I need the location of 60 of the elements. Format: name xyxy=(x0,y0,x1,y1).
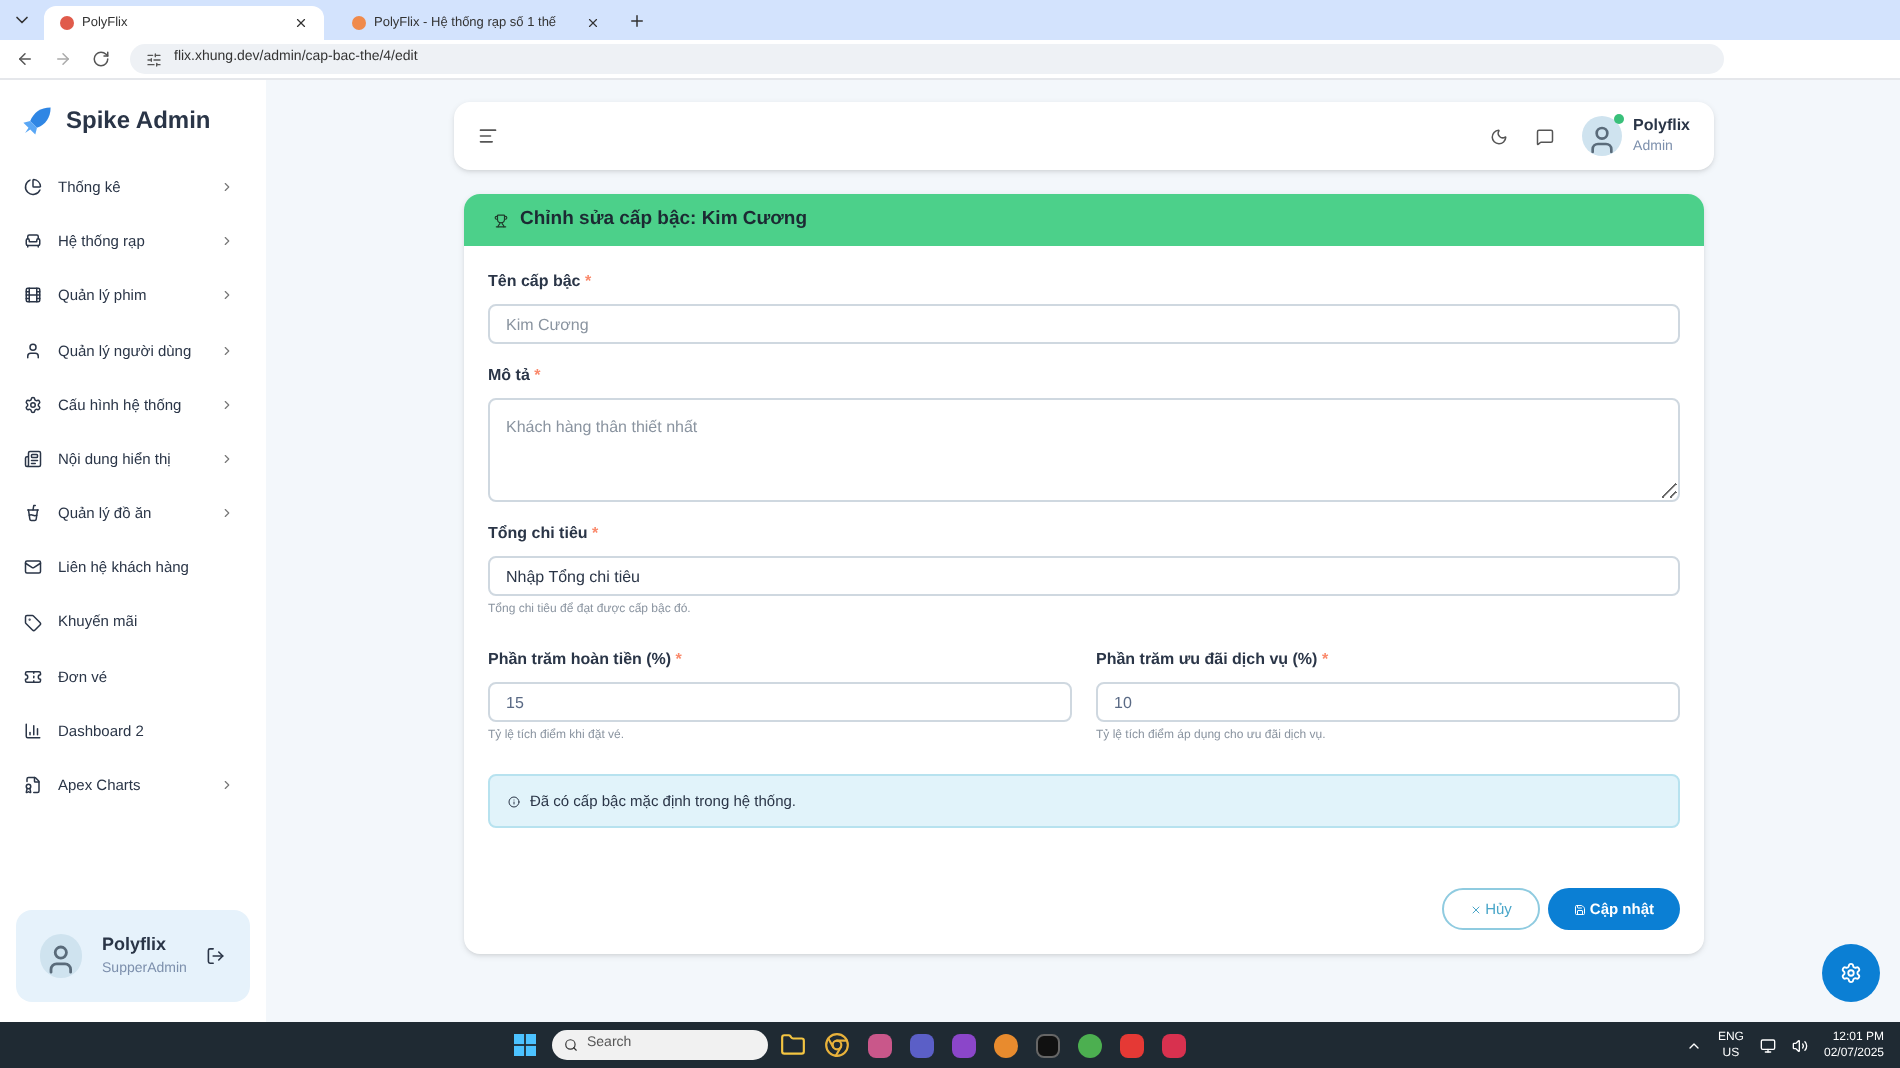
browser-icon[interactable] xyxy=(824,1032,851,1058)
trophy-icon xyxy=(494,213,508,227)
rocket-logo-icon xyxy=(20,103,54,137)
avatar xyxy=(40,934,83,978)
app-icon[interactable] xyxy=(1120,1033,1145,1057)
windows-start-icon[interactable] xyxy=(514,1034,537,1056)
avatar xyxy=(1581,116,1622,156)
app-icon[interactable] xyxy=(910,1033,935,1057)
bar-chart-icon xyxy=(24,721,42,740)
mail-icon xyxy=(24,558,42,577)
app-icon[interactable] xyxy=(994,1033,1019,1057)
new-tab-icon[interactable] xyxy=(628,11,646,29)
search-icon xyxy=(564,1038,579,1052)
save-icon xyxy=(1573,903,1586,915)
close-icon xyxy=(1469,903,1482,915)
newspaper-icon xyxy=(24,450,42,469)
pie-chart-icon xyxy=(24,178,42,197)
app-icon[interactable] xyxy=(868,1033,893,1057)
favicon-icon xyxy=(352,16,366,30)
folder-icon[interactable] xyxy=(780,1032,807,1058)
tag-icon xyxy=(24,613,42,632)
film-icon xyxy=(24,286,42,305)
volume-icon[interactable] xyxy=(1791,1037,1808,1053)
moon-icon[interactable] xyxy=(1489,127,1508,145)
field-label: Phần trăm ưu đãi dịch vụ (%) * xyxy=(1096,648,1331,672)
info-icon xyxy=(508,795,520,807)
user-icon xyxy=(24,341,42,360)
terminal-icon[interactable] xyxy=(1036,1033,1061,1057)
favicon-icon xyxy=(60,16,74,30)
input-field[interactable]: 10 xyxy=(1096,682,1680,722)
back-icon[interactable] xyxy=(16,50,34,68)
settings-icon xyxy=(1840,962,1862,984)
ticket-icon xyxy=(24,667,42,686)
user-name: Polyflix xyxy=(1633,113,1690,138)
logout-icon[interactable] xyxy=(206,946,226,966)
input-field[interactable]: Nhập Tổng chi tiêu xyxy=(488,556,1680,596)
menu-icon[interactable] xyxy=(478,126,498,146)
input-field[interactable]: 15 xyxy=(488,682,1072,722)
settings-button[interactable] xyxy=(1822,944,1880,1002)
badge-icon xyxy=(24,776,42,795)
app-icon[interactable] xyxy=(1078,1033,1103,1057)
site-settings-icon[interactable] xyxy=(146,51,162,67)
field-label: Tên cấp bậc * xyxy=(488,270,594,294)
close-icon[interactable] xyxy=(586,16,600,30)
app-icon[interactable] xyxy=(1162,1033,1187,1057)
cup-icon xyxy=(24,504,42,523)
profile-name: Polyflix xyxy=(102,932,169,958)
close-icon[interactable] xyxy=(294,16,308,30)
field-label: Tổng chi tiêu * xyxy=(488,522,601,546)
field-label: Mô tả * xyxy=(488,364,543,388)
settings-icon xyxy=(24,395,42,414)
brand-name: Spike Admin xyxy=(66,104,211,138)
textarea-field[interactable]: Khách hàng thân thiết nhất xyxy=(488,398,1680,502)
seat-icon xyxy=(24,232,42,251)
app-icon[interactable] xyxy=(952,1033,977,1057)
field-label: Phần trăm hoàn tiền (%) * xyxy=(488,648,684,672)
reload-icon[interactable] xyxy=(92,50,110,68)
input-field[interactable]: Kim Cương xyxy=(488,304,1680,344)
message-icon[interactable] xyxy=(1535,127,1554,145)
form-title: Chỉnh sửa cấp bậc: Kim Cương xyxy=(520,205,808,234)
